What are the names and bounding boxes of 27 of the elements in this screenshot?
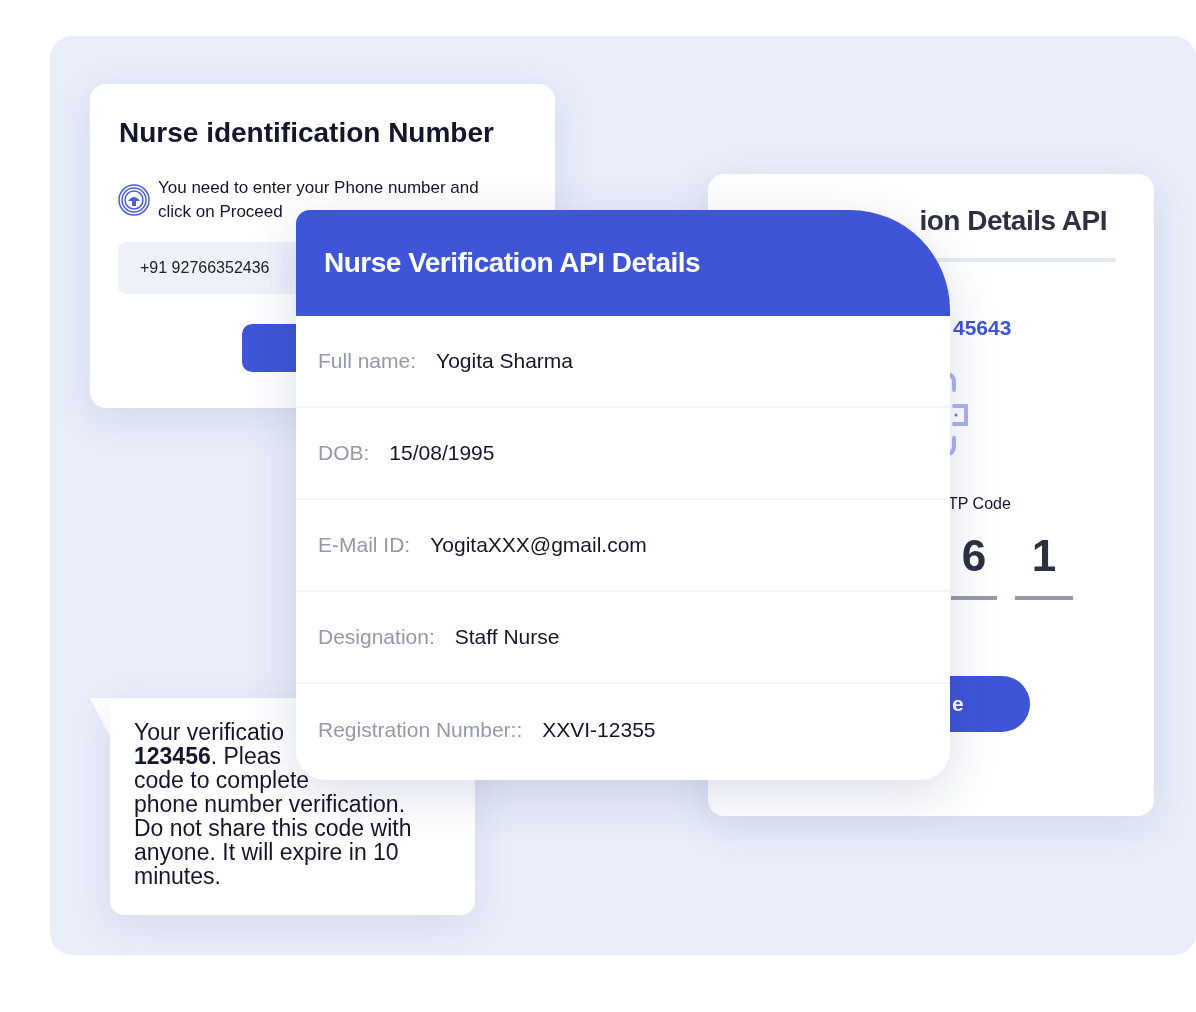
field-label: Full name: (318, 348, 417, 375)
phone-field[interactable]: +91 92766352436 (118, 242, 296, 294)
card-title: Nurse identification Number (119, 116, 495, 150)
field-label: E-Mail ID: (318, 532, 411, 559)
verify-button[interactable]: e (950, 675, 1030, 732)
message-text: 123456. Pleas (134, 744, 282, 768)
field-label: Registration Number:: (318, 717, 523, 744)
submit-button[interactable] (242, 324, 296, 372)
message-text: phone number verification. (134, 792, 406, 816)
instruction-text: click on Proceed (158, 201, 284, 223)
instruction-text: You need to enter your Phone number and (158, 177, 479, 199)
otp-label: TP Code (948, 493, 1012, 514)
card-title: Nurse Verification API Details (324, 246, 701, 280)
field-label: DOB: (318, 440, 370, 467)
field-label: Designation: (318, 624, 435, 651)
message-text: minutes. (134, 864, 221, 888)
message-text: Do not share this code with (134, 816, 412, 840)
field-value: XXVI-12355 (542, 717, 656, 744)
emblem-icon (118, 184, 150, 216)
message-text: Your verificatio (134, 720, 284, 744)
phone-number-text: 45643 (953, 315, 1013, 341)
field-value: 15/08/1995 (389, 440, 495, 467)
otp-digit[interactable]: 1 (1015, 523, 1073, 600)
field-value: YogitaXXX@gmail.com (430, 532, 647, 559)
card-title: ion Details API (918, 204, 1107, 238)
field-value: Staff Nurse (454, 624, 560, 651)
field-value: Yogita Sharma (436, 348, 574, 375)
